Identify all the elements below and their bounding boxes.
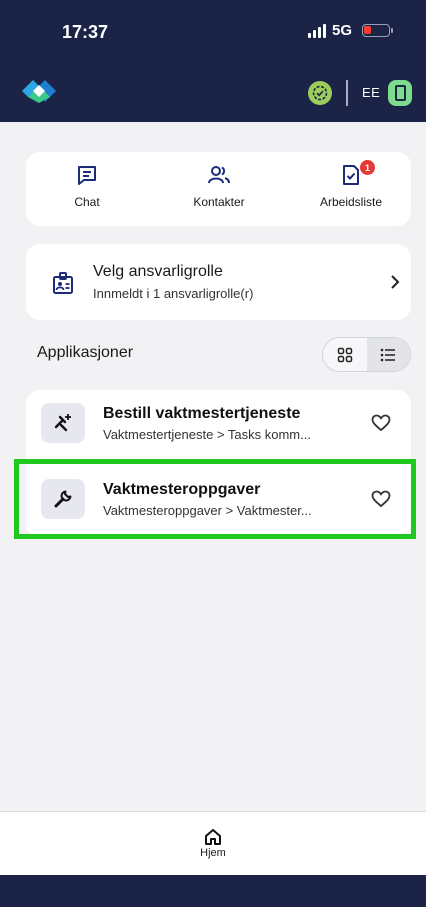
role-badge-icon [53,272,73,294]
bottom-navigation: Hjem [0,811,426,875]
favorite-heart-icon[interactable] [371,414,391,432]
view-toggle [322,337,411,372]
top-bar: 17:37 5G EE [0,0,426,122]
diamond-logo-icon[interactable] [22,79,56,103]
worklist-button[interactable]: 1 Arbeidsliste [296,160,406,209]
contacts-button[interactable]: Kontakter [164,164,274,209]
role-selector[interactable]: Velg ansvarligrolle Innmeldt i 1 ansvarl… [26,244,411,320]
quick-actions-card: Chat Kontakter 1 Arbeidsliste [26,152,411,226]
worklist-icon [343,165,359,185]
contacts-label: Kontakter [193,195,245,209]
header-divider [346,80,348,106]
check-circle-icon[interactable] [308,81,332,105]
system-home-bar [0,875,426,907]
role-subtitle: Innmeldt i 1 ansvarligrolle(r) [93,286,254,301]
user-initials[interactable]: EE [362,85,380,100]
chat-icon [78,166,96,185]
contacts-icon [208,166,230,184]
network-label: 5G [332,22,353,39]
device-icon[interactable] [388,80,412,106]
chevron-right-icon [391,275,400,289]
app-title: Bestill vaktmestertjeneste [103,405,301,422]
list-view-button[interactable] [366,338,410,371]
app-item-bestill-vaktmestertjeneste[interactable]: Bestill vaktmestertjeneste Vaktmestertje… [26,390,411,462]
tools-plus-icon [41,403,85,443]
battery-icon [362,24,394,37]
nav-home-button[interactable]: Hjem [190,828,236,859]
applications-heading: Applikasjoner [37,344,134,361]
app-subtitle: Vaktmestertjeneste > Tasks komm... [103,427,311,442]
worklist-label: Arbeidsliste [319,195,383,209]
status-indicators: 5G [308,22,394,39]
grid-view-button[interactable] [323,338,367,371]
chat-label: Chat [74,195,100,209]
selection-highlight [14,459,416,539]
nav-home-label: Hjem [200,847,226,859]
status-time: 17:37 [62,22,109,42]
home-icon [205,829,221,845]
list-icon [380,348,396,361]
worklist-badge: 1 [360,160,375,175]
signal-icon [308,23,326,38]
role-title: Velg ansvarligrolle [93,263,223,280]
grid-icon [337,347,352,362]
chat-button[interactable]: Chat [32,164,142,209]
